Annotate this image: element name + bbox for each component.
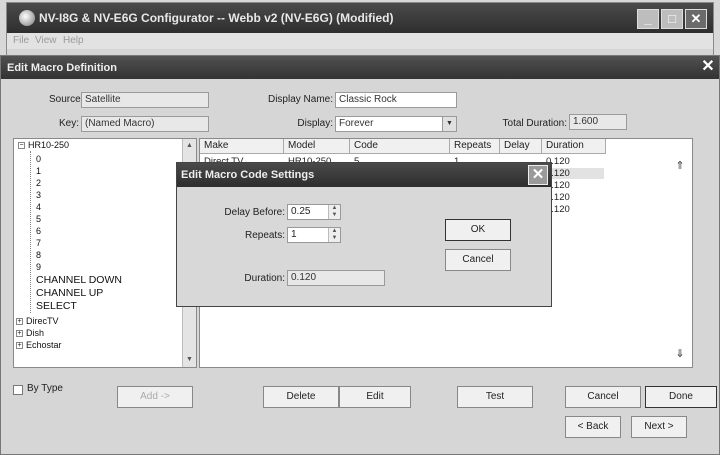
tree-directv-label: DirecTV: [26, 316, 59, 326]
next-button[interactable]: Next >: [631, 416, 687, 438]
dialog-title-bar: Edit Macro Code Settings ✕: [177, 163, 551, 187]
display-label: Display:: [297, 118, 333, 129]
screen: NV-I8G & NV-E6G Configurator -- Webb v2 …: [0, 0, 720, 455]
add-button[interactable]: Add ->: [117, 386, 193, 408]
tree-item-channel-up[interactable]: CHANNEL UP: [36, 287, 103, 299]
cell-duration[interactable]: 0.120: [546, 168, 604, 179]
edit-button[interactable]: Edit: [339, 386, 411, 408]
col-make[interactable]: Make: [200, 139, 284, 154]
repeats-label: Repeats:: [244, 230, 285, 241]
source-label: Source:: [49, 94, 84, 105]
col-model[interactable]: Model: [284, 139, 350, 154]
macro-window-close-icon[interactable]: ✕: [699, 58, 717, 76]
main-title-bar: NV-I8G & NV-E6G Configurator -- Webb v2 …: [7, 3, 713, 33]
tree-dish-label: Dish: [26, 328, 45, 338]
duration-label: Duration:: [244, 273, 285, 284]
menu-help[interactable]: Help: [63, 35, 84, 46]
cancel-button[interactable]: Cancel: [565, 386, 641, 408]
app-icon: [19, 10, 35, 26]
move-up-icon[interactable]: ⇑: [672, 159, 688, 173]
app-close-button[interactable]: ✕: [685, 9, 707, 29]
by-type-checkbox[interactable]: [13, 385, 23, 395]
chevron-down-icon[interactable]: ▼: [442, 117, 456, 131]
tree-echostar-label: Echostar: [26, 340, 62, 350]
tree-item-dish[interactable]: + Dish: [16, 328, 44, 338]
tree-item-2[interactable]: 2: [36, 178, 41, 188]
maximize-button[interactable]: □: [661, 9, 683, 29]
expand-icon[interactable]: +: [16, 342, 23, 350]
move-down-icon[interactable]: ⇓: [672, 347, 688, 361]
dialog-title: Edit Macro Code Settings: [181, 169, 315, 181]
app-title: NV-I8G & NV-E6G Configurator -- Webb v2 …: [39, 11, 394, 25]
col-duration[interactable]: Duration: [542, 139, 606, 154]
col-code[interactable]: Code: [350, 139, 450, 154]
collapse-icon[interactable]: −: [18, 142, 25, 150]
tree-item-5[interactable]: 5: [36, 214, 41, 224]
key-field: (Named Macro): [81, 116, 209, 132]
delay-before-label: Delay Before:: [224, 207, 285, 218]
device-tree[interactable]: − HR10-250 0 1 2 3 4 5 6 7 8 9 CHANNEL DO…: [13, 138, 197, 368]
display-name-label: Display Name:: [267, 94, 333, 105]
tree-item-echostar[interactable]: + Echostar: [16, 340, 62, 350]
tree-root-label: HR10-250: [28, 140, 70, 150]
macro-window-title-bar: Edit Macro Definition ✕: [1, 56, 719, 79]
key-label: Key:: [58, 118, 79, 129]
tree-item-3[interactable]: 3: [36, 190, 41, 200]
tree-connector: [30, 151, 31, 313]
delay-before-value: 0.25: [291, 206, 311, 217]
col-repeats[interactable]: Repeats: [450, 139, 500, 154]
source-field: Satellite: [81, 92, 209, 108]
dialog-close-icon[interactable]: ✕: [528, 165, 548, 185]
display-name-input[interactable]: Classic Rock: [335, 92, 457, 108]
duration-field: 0.120: [287, 270, 385, 286]
back-button[interactable]: < Back: [565, 416, 621, 438]
spinner-arrows-icon[interactable]: ▲ ▼: [328, 205, 340, 219]
menu-view[interactable]: View: [35, 35, 57, 46]
delete-button[interactable]: Delete: [263, 386, 339, 408]
dialog-cancel-button[interactable]: Cancel: [445, 249, 511, 271]
menu-file[interactable]: File: [13, 35, 29, 46]
expand-icon[interactable]: +: [16, 318, 23, 326]
done-button[interactable]: Done: [645, 386, 717, 408]
display-select[interactable]: Forever ▼: [335, 116, 457, 132]
tree-item-select[interactable]: SELECT: [36, 300, 77, 312]
tree-item-directv[interactable]: + DirecTV: [16, 316, 59, 326]
scroll-up-icon[interactable]: ▲: [183, 139, 196, 153]
tree-item-1[interactable]: 1: [36, 166, 41, 176]
col-delay[interactable]: Delay: [500, 139, 542, 154]
tree-item-channel-down[interactable]: CHANNEL DOWN: [36, 274, 122, 286]
total-duration-label: Total Duration:: [502, 118, 567, 129]
minimize-button[interactable]: _: [637, 9, 659, 29]
tree-item-6[interactable]: 6: [36, 226, 41, 236]
delay-before-spinner[interactable]: 0.25 ▲ ▼: [287, 204, 341, 220]
edit-macro-code-settings-dialog: Edit Macro Code Settings ✕ Delay Before:…: [176, 162, 552, 307]
repeats-value: 1: [291, 229, 297, 240]
macro-window-title: Edit Macro Definition: [7, 62, 117, 74]
tree-item-4[interactable]: 4: [36, 202, 41, 212]
tree-item-8[interactable]: 8: [36, 250, 41, 260]
menu-bar: File View Help: [7, 33, 713, 49]
tree-item-0[interactable]: 0: [36, 154, 41, 164]
expand-icon[interactable]: +: [16, 330, 23, 338]
scroll-down-icon[interactable]: ▼: [183, 353, 196, 367]
total-duration-field: 1.600: [569, 114, 627, 130]
tree-item-9[interactable]: 9: [36, 262, 41, 272]
repeats-spinner[interactable]: 1 ▲ ▼: [287, 227, 341, 243]
display-select-value: Forever: [339, 118, 374, 129]
tree-root-hr10-250[interactable]: − HR10-250: [18, 140, 69, 150]
tree-item-7[interactable]: 7: [36, 238, 41, 248]
ok-button[interactable]: OK: [445, 219, 511, 241]
spinner-arrows-icon[interactable]: ▲ ▼: [328, 228, 340, 242]
test-button[interactable]: Test: [457, 386, 533, 408]
by-type-label: By Type: [27, 383, 63, 394]
